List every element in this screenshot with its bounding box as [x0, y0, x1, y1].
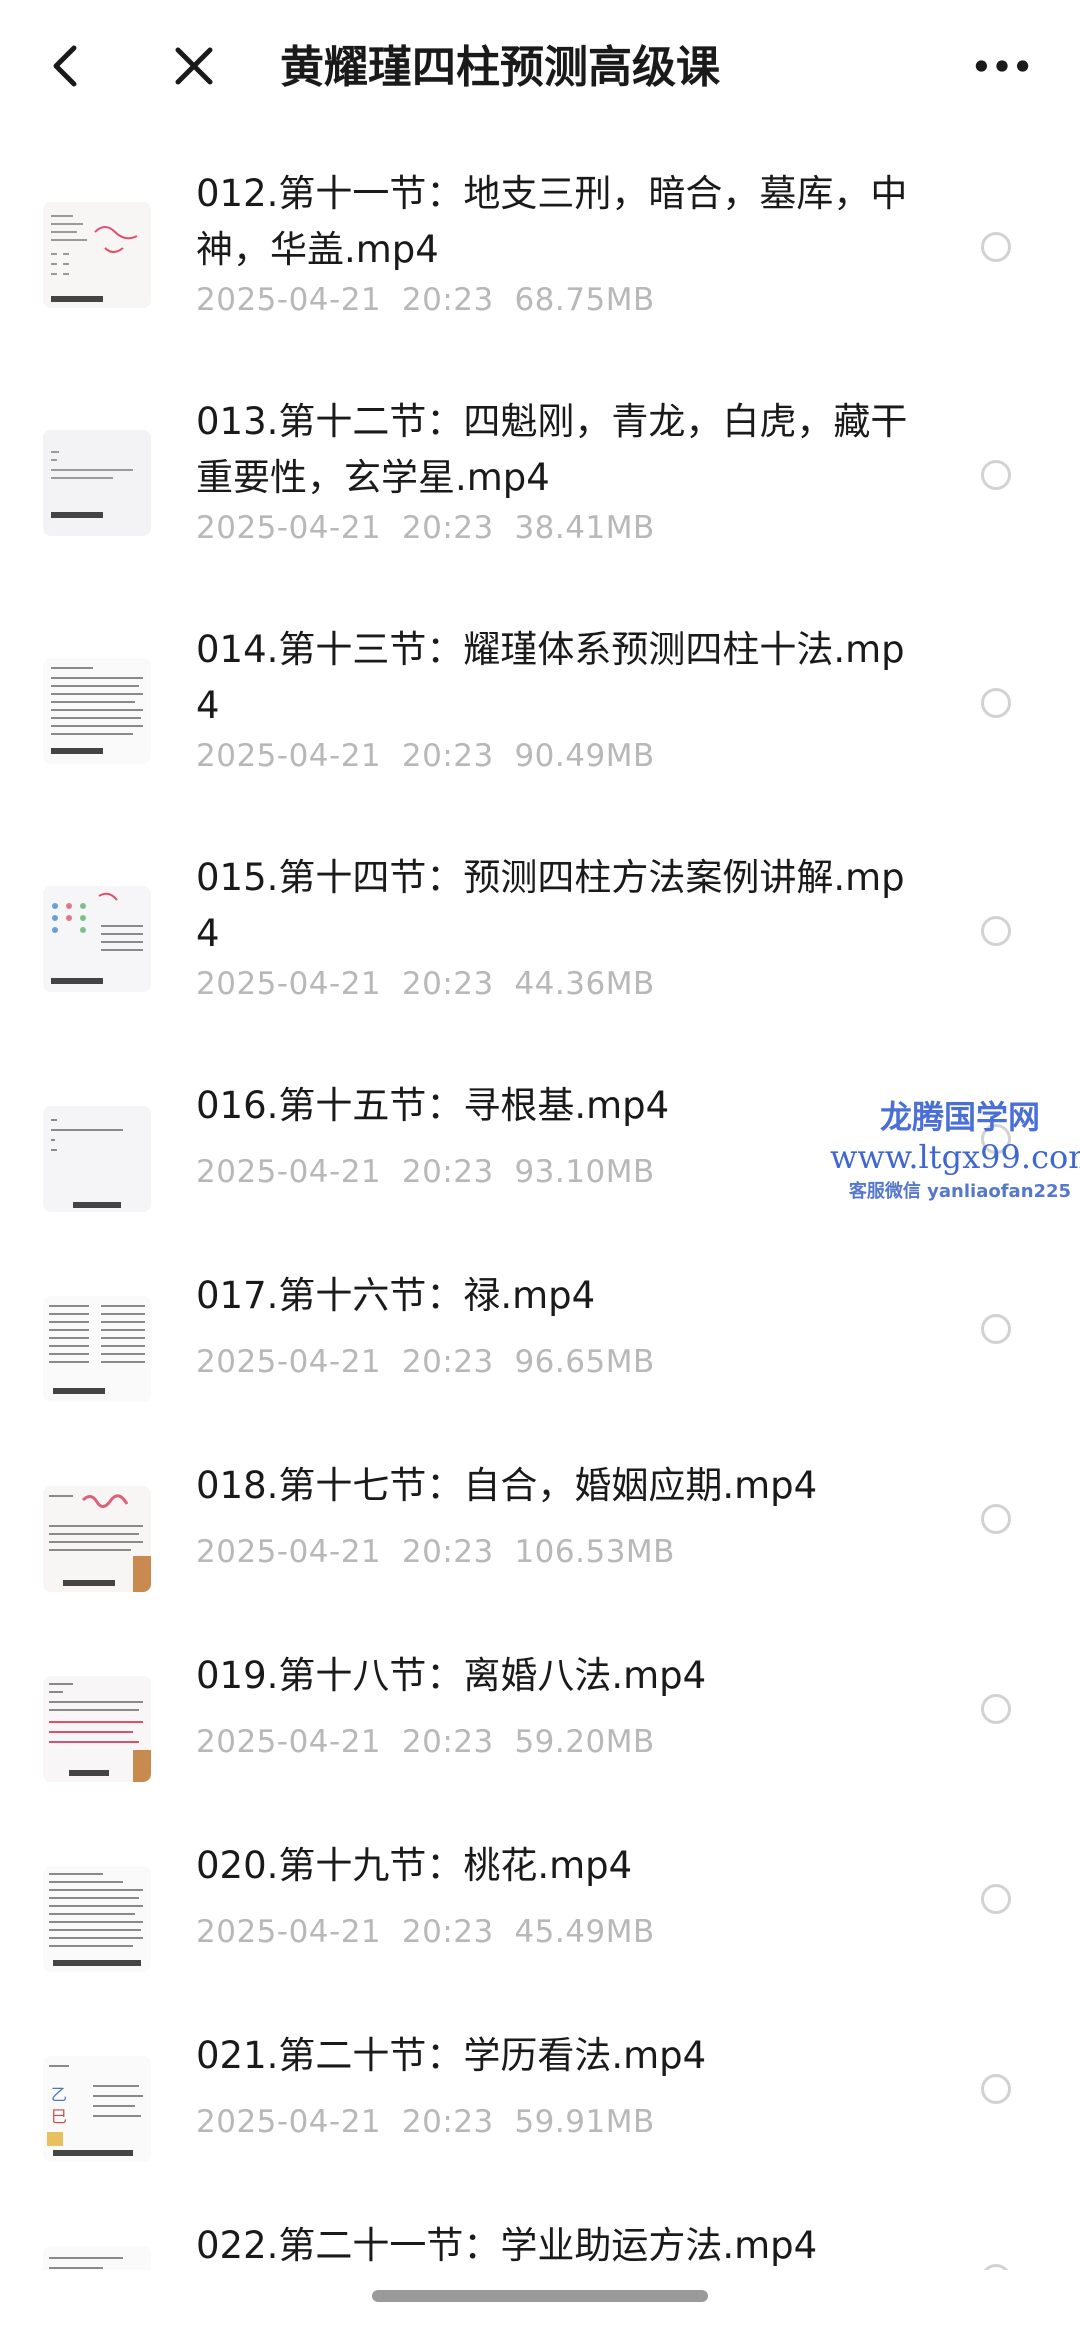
file-meta: 2025-04-21 20:23 45.49MB: [196, 1914, 655, 1950]
file-title: 016.第十五节：寻根基.mp4: [196, 1084, 670, 1127]
close-button[interactable]: [164, 36, 224, 96]
top-bar: 黄耀瑾四柱预测高级课: [0, 0, 1080, 140]
file-time: 20:23: [401, 966, 494, 1002]
file-date: 2025-04-21: [196, 1534, 382, 1570]
video-thumbnail: [43, 430, 151, 536]
file-meta: 2025-04-21 20:23 90.49MB: [196, 738, 655, 774]
file-title: 021.第二十节：学历看法.mp4: [196, 2034, 707, 2077]
more-button[interactable]: [972, 36, 1036, 96]
file-time: 20:23: [401, 1914, 494, 1950]
file-item[interactable]: 019.第十八节：离婚八法.mp4 2025-04-21 20:23 59.20…: [0, 1622, 1080, 1812]
select-radio[interactable]: [981, 1124, 1011, 1154]
page-title: 黄耀瑾四柱预测高级课: [280, 42, 720, 93]
file-meta: 2025-04-21 20:23 93.10MB: [196, 1154, 655, 1190]
select-radio[interactable]: [981, 2264, 1011, 2270]
file-list: 012.第十一节：地支三刑，暗合，墓库，中神，华盖.mp4 2025-04-21…: [0, 140, 1080, 2270]
video-thumbnail: [43, 886, 151, 992]
file-time: 20:23: [401, 282, 494, 318]
video-thumbnail: [43, 1676, 151, 1782]
file-item[interactable]: 020.第十九节：桃花.mp4 2025-04-21 20:23 45.49MB: [0, 1812, 1080, 2002]
file-title: 013.第十二节：四魁刚，青龙，白虎，藏干重要性，玄学星.mp4: [196, 400, 908, 499]
video-thumbnail: [43, 2246, 151, 2270]
file-date: 2025-04-21: [196, 1344, 382, 1380]
video-thumbnail: [43, 1106, 151, 1212]
file-title: 022.第二十一节：学业助运方法.mp4: [196, 2224, 818, 2267]
file-item[interactable]: 017.第十六节：禄.mp4 2025-04-21 20:23 96.65MB: [0, 1242, 1080, 1432]
file-date: 2025-04-21: [196, 966, 382, 1002]
file-item[interactable]: 012.第十一节：地支三刑，暗合，墓库，中神，华盖.mp4 2025-04-21…: [0, 140, 1080, 368]
select-radio[interactable]: [981, 1694, 1011, 1724]
file-item[interactable]: 018.第十七节：自合，婚姻应期.mp4 2025-04-21 20:23 10…: [0, 1432, 1080, 1622]
file-meta: 2025-04-21 20:23 59.91MB: [196, 2104, 655, 2140]
file-meta: 2025-04-21 20:23 38.41MB: [196, 510, 655, 546]
file-item[interactable]: 014.第十三节：耀瑾体系预测四柱十法.mp4 2025-04-21 20:23…: [0, 596, 1080, 824]
file-time: 20:23: [401, 1154, 494, 1190]
file-meta: 2025-04-21 20:23 96.65MB: [196, 1344, 655, 1380]
file-date: 2025-04-21: [196, 1914, 382, 1950]
select-radio[interactable]: [981, 916, 1011, 946]
video-thumbnail: [43, 202, 151, 308]
file-item[interactable]: 013.第十二节：四魁刚，青龙，白虎，藏干重要性，玄学星.mp4 2025-04…: [0, 368, 1080, 596]
back-button[interactable]: [36, 36, 96, 96]
file-title: 012.第十一节：地支三刑，暗合，墓库，中神，华盖.mp4: [196, 172, 908, 271]
more-horizontal-icon: [975, 60, 1029, 72]
file-item[interactable]: 乙 巳 021.第二十节：学历看法.mp4 2025-04-21 20:23 5…: [0, 2002, 1080, 2192]
svg-text:乙: 乙: [51, 2085, 67, 2104]
select-radio[interactable]: [981, 460, 1011, 490]
file-size: 59.20MB: [514, 1724, 655, 1760]
file-size: 93.10MB: [514, 1154, 655, 1190]
file-size: 106.53MB: [514, 1534, 675, 1570]
file-size: 96.65MB: [514, 1344, 655, 1380]
file-title: 015.第十四节：预测四柱方法案例讲解.mp4: [196, 856, 905, 955]
file-date: 2025-04-21: [196, 2104, 382, 2140]
file-size: 38.41MB: [514, 510, 655, 546]
file-size: 45.49MB: [514, 1914, 655, 1950]
select-radio[interactable]: [981, 1884, 1011, 1914]
select-radio[interactable]: [981, 1504, 1011, 1534]
file-size: 59.91MB: [514, 2104, 655, 2140]
video-thumbnail: [43, 1866, 151, 1972]
close-icon: [175, 47, 213, 85]
file-meta: 2025-04-21 20:23 59.20MB: [196, 1724, 655, 1760]
file-item[interactable]: 022.第二十一节：学业助运方法.mp4: [0, 2192, 1080, 2270]
file-item[interactable]: 016.第十五节：寻根基.mp4 2025-04-21 20:23 93.10M…: [0, 1052, 1080, 1242]
svg-text:巳: 巳: [51, 2107, 67, 2126]
file-time: 20:23: [401, 2104, 494, 2140]
video-thumbnail: [43, 1486, 151, 1592]
chevron-left-icon: [53, 45, 77, 87]
file-title: 020.第十九节：桃花.mp4: [196, 1844, 633, 1887]
file-title: 014.第十三节：耀瑾体系预测四柱十法.mp4: [196, 628, 905, 727]
file-time: 20:23: [401, 1724, 494, 1760]
select-radio[interactable]: [981, 688, 1011, 718]
video-thumbnail: 乙 巳: [43, 2056, 151, 2162]
file-size: 90.49MB: [514, 738, 655, 774]
video-thumbnail: [43, 1296, 151, 1402]
file-title: 018.第十七节：自合，婚姻应期.mp4: [196, 1464, 818, 1507]
file-title: 019.第十八节：离婚八法.mp4: [196, 1654, 707, 1697]
file-time: 20:23: [401, 738, 494, 774]
file-title: 017.第十六节：禄.mp4: [196, 1274, 596, 1317]
file-size: 44.36MB: [514, 966, 655, 1002]
file-date: 2025-04-21: [196, 1154, 382, 1190]
select-radio[interactable]: [981, 2074, 1011, 2104]
file-date: 2025-04-21: [196, 1724, 382, 1760]
file-date: 2025-04-21: [196, 738, 382, 774]
file-time: 20:23: [401, 510, 494, 546]
file-time: 20:23: [401, 1534, 494, 1570]
file-time: 20:23: [401, 1344, 494, 1380]
select-radio[interactable]: [981, 232, 1011, 262]
home-indicator[interactable]: [372, 2290, 708, 2302]
file-meta: 2025-04-21 20:23 68.75MB: [196, 282, 655, 318]
file-item[interactable]: 015.第十四节：预测四柱方法案例讲解.mp4 2025-04-21 20:23…: [0, 824, 1080, 1052]
file-date: 2025-04-21: [196, 282, 382, 318]
select-radio[interactable]: [981, 1314, 1011, 1344]
file-meta: 2025-04-21 20:23 106.53MB: [196, 1534, 675, 1570]
file-date: 2025-04-21: [196, 510, 382, 546]
file-size: 68.75MB: [514, 282, 655, 318]
file-meta: 2025-04-21 20:23 44.36MB: [196, 966, 655, 1002]
video-thumbnail: [43, 658, 151, 764]
